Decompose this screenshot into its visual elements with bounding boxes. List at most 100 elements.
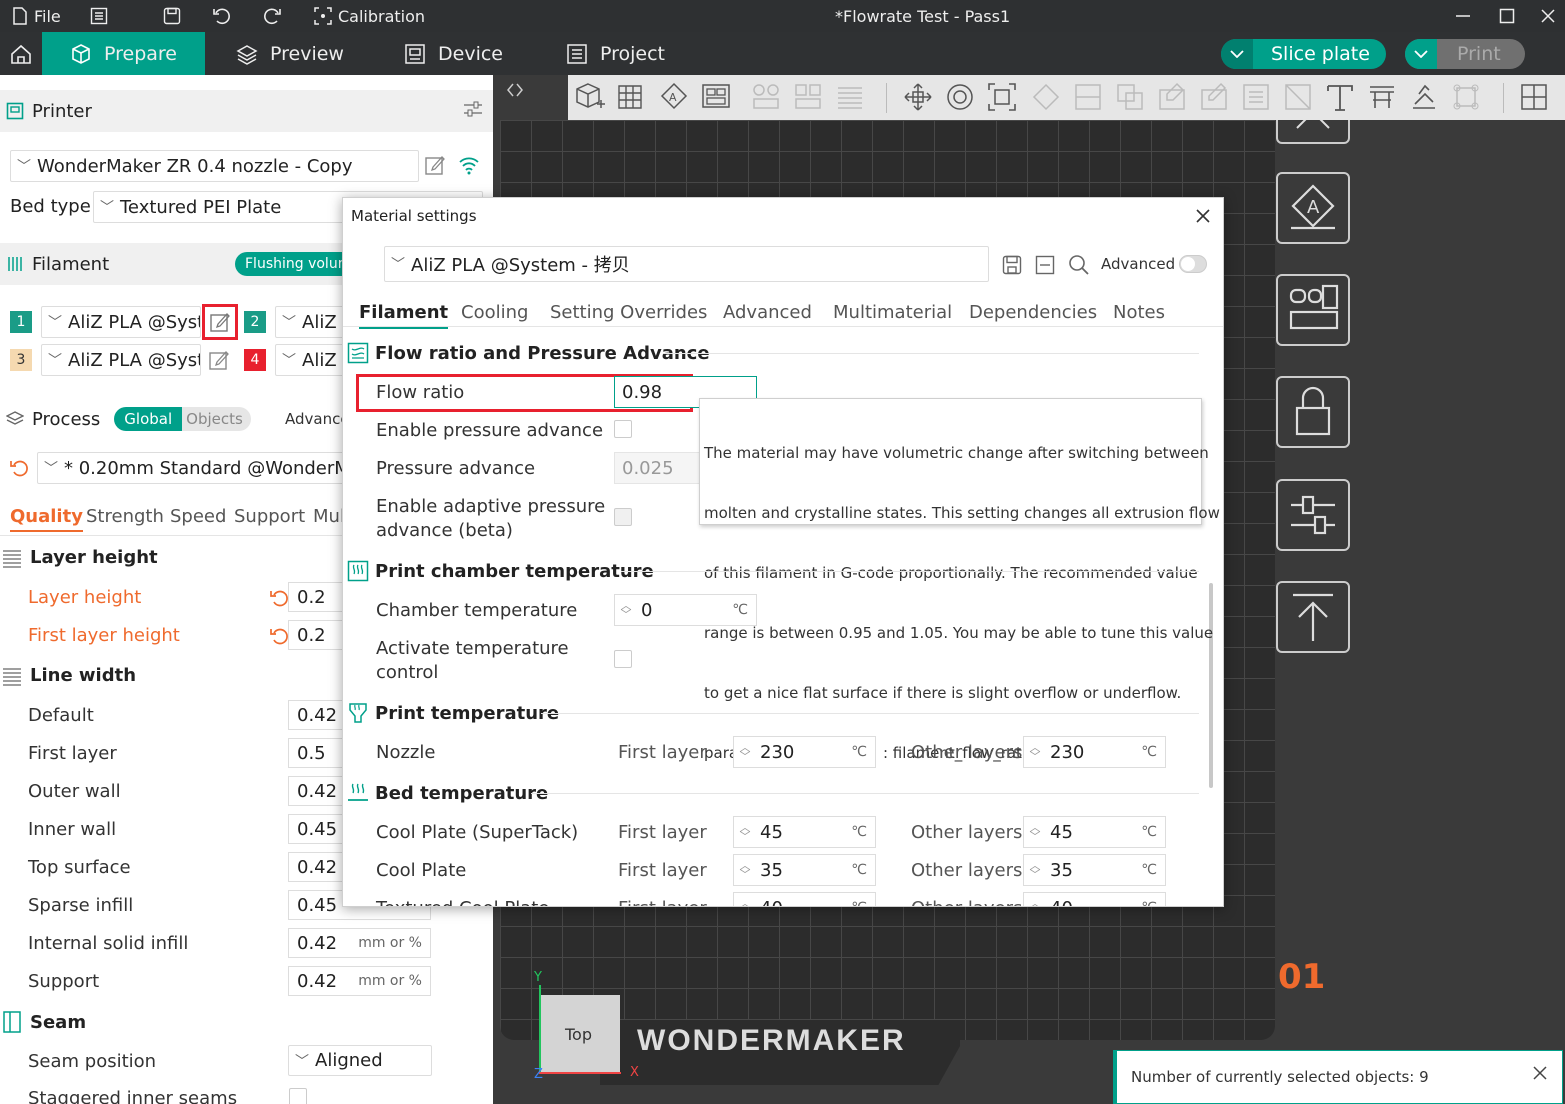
bed-first-layer-input[interactable]: ︿ ﹀ 35 ℃ [733, 854, 876, 886]
orient-icon[interactable] [700, 81, 732, 113]
close-window-icon[interactable] [1540, 0, 1556, 32]
slice-dropdown-chevron-icon[interactable] [1221, 39, 1253, 69]
brim-ears-icon[interactable] [1450, 81, 1482, 113]
split-parts-icon[interactable] [792, 81, 824, 113]
lock-tool-icon[interactable] [1276, 376, 1350, 448]
tab-dependencies[interactable]: Dependencies [969, 302, 1097, 323]
seam-position-dropdown[interactable]: ﹀ Aligned [288, 1045, 432, 1076]
tab-prepare[interactable]: Prepare [42, 32, 205, 75]
slice-plate-button[interactable]: Slice plate [1221, 39, 1386, 69]
wifi-icon[interactable] [458, 155, 480, 180]
process-objects-toggle[interactable]: Objects [182, 407, 251, 431]
home-icon[interactable] [0, 32, 42, 75]
tab-advanced[interactable]: Advanced [723, 302, 812, 323]
lay-on-face-icon[interactable] [1030, 81, 1062, 113]
stepper-arrows-icon[interactable]: ︿﹀ [615, 600, 637, 620]
print-button[interactable]: Print [1405, 39, 1525, 69]
text-tool-icon[interactable] [1324, 81, 1356, 113]
line-width-row-input[interactable]: 0.42 mm or % [288, 966, 431, 996]
tab-setting-overrides[interactable]: Setting Overrides [550, 302, 707, 323]
filament-slot-3-dropdown[interactable]: ﹀AliZ PLA @Syst... [41, 344, 201, 376]
layers-editing-icon[interactable] [834, 81, 866, 113]
print-dropdown-chevron-icon[interactable] [1405, 39, 1437, 69]
boolean-icon[interactable] [1114, 81, 1146, 113]
close-dialog-icon[interactable] [1195, 208, 1211, 229]
auto-arrange-tool-icon[interactable]: A [1276, 172, 1350, 244]
tab-strength[interactable]: Strength [86, 506, 164, 527]
stepper-arrows-icon[interactable]: ︿﹀ [734, 898, 756, 906]
enable-pressure-advance-checkbox[interactable] [614, 420, 632, 438]
file-menu[interactable]: File [12, 0, 61, 32]
stepper-arrows-icon[interactable]: ︿﹀ [1024, 822, 1046, 842]
stepper-arrows-icon[interactable]: ︿﹀ [734, 742, 756, 762]
bed-other-layer-input[interactable]: ︿﹀ 40 ℃ [1023, 892, 1166, 906]
svg-tool-icon[interactable] [1366, 81, 1398, 113]
filament-preset-dropdown[interactable]: ﹀ AliZ PLA @System - 拷贝 [384, 246, 989, 282]
assembly-icon[interactable] [1408, 81, 1440, 113]
bed-first-layer-input[interactable]: ︿﹀ 40 ℃ [733, 892, 876, 906]
scale-icon[interactable] [986, 81, 1018, 113]
tab-project[interactable]: Project [566, 32, 665, 75]
adaptive-pa-checkbox[interactable] [614, 508, 632, 526]
minimize-icon[interactable] [1455, 0, 1471, 32]
bed-other-layer-input[interactable]: ︿ ﹀ 35 ℃ [1023, 854, 1166, 886]
reset-preset-icon[interactable] [10, 459, 28, 482]
staggered-seams-checkbox[interactable] [289, 1088, 307, 1104]
redo-icon[interactable] [262, 0, 282, 32]
arrange-icon[interactable]: A [658, 81, 690, 113]
cut-icon[interactable] [1072, 81, 1104, 113]
tab-notes[interactable]: Notes [1113, 302, 1165, 323]
bed-other-layer-input[interactable]: ︿ ﹀ 45 ℃ [1023, 816, 1166, 848]
edit-filament-3-icon[interactable] [209, 350, 229, 375]
seam-paint-icon[interactable] [1198, 81, 1230, 113]
filament-slot-1-dropdown[interactable]: ﹀AliZ PLA @Syst... [41, 306, 201, 338]
tab-device[interactable]: Device [404, 32, 503, 75]
save-preset-icon[interactable] [1002, 255, 1022, 280]
collapse-sidebar-icon[interactable] [500, 75, 530, 105]
bed-first-layer-input[interactable]: ︿ ﹀ 45 ℃ [733, 816, 876, 848]
tab-multimaterial[interactable]: Multimaterial [833, 302, 952, 323]
tab-filament[interactable]: Filament [359, 302, 449, 329]
tab-cooling[interactable]: Cooling [461, 302, 528, 323]
chamber-temperature-input[interactable]: ︿ ﹀ 0 ℃ [614, 594, 757, 626]
stepper-arrows-icon[interactable]: ︿﹀ [734, 860, 756, 880]
calibration-menu[interactable]: Calibration [314, 0, 425, 32]
move-icon[interactable] [902, 81, 934, 113]
nozzle-other-layers-input[interactable]: ︿ ﹀ 230 ℃ [1023, 736, 1166, 768]
edit-printer-icon[interactable] [425, 155, 445, 180]
process-global-toggle[interactable]: Global [114, 407, 183, 431]
nozzle-first-layer-input[interactable]: ︿ ﹀ 230 ℃ [733, 736, 876, 768]
sliders-tool-icon[interactable] [1276, 479, 1350, 551]
add-plate-icon[interactable] [616, 81, 648, 113]
tab-preview[interactable]: Preview [236, 32, 344, 75]
maximize-icon[interactable] [1499, 0, 1515, 32]
stepper-arrows-icon[interactable]: ︿﹀ [1024, 742, 1046, 762]
stepper-arrows-icon[interactable]: ︿﹀ [1024, 860, 1046, 880]
process-preset-dropdown[interactable]: ﹀ * 0.20mm Standard @WonderMak [37, 452, 367, 484]
printer-preset-dropdown[interactable]: ﹀ WonderMaker ZR 0.4 nozzle - Copy [10, 150, 419, 182]
advanced-toggle[interactable] [1179, 255, 1207, 273]
rotate-icon[interactable] [944, 81, 976, 113]
menu-icon[interactable] [90, 0, 108, 32]
save-icon[interactable] [163, 0, 181, 32]
delete-preset-icon[interactable] [1035, 255, 1055, 280]
measure-icon[interactable] [1282, 81, 1314, 113]
stepper-arrows-icon[interactable]: ︿﹀ [734, 822, 756, 842]
reset-first-layer-height-icon[interactable] [270, 627, 288, 650]
add-object-icon[interactable] [574, 81, 606, 113]
line-width-row-input[interactable]: 0.42 mm or % [288, 928, 431, 958]
tab-quality[interactable]: Quality [10, 506, 83, 532]
undo-icon[interactable] [212, 0, 232, 32]
search-icon[interactable] [1068, 254, 1090, 281]
tab-support[interactable]: Support [234, 506, 305, 527]
puzzle-icon[interactable] [1518, 81, 1550, 113]
process-advanced-label[interactable]: Advance [285, 410, 350, 428]
close-notification-icon[interactable] [1532, 1065, 1548, 1085]
color-paint-icon[interactable] [1240, 81, 1272, 113]
tab-speed[interactable]: Speed [170, 506, 226, 527]
split-objects-icon[interactable] [750, 81, 782, 113]
tab-multimaterial[interactable]: Mul [313, 506, 345, 527]
upload-tool-icon[interactable] [1276, 581, 1350, 653]
edit-filament-1-icon[interactable] [202, 304, 238, 340]
layout-tool-icon[interactable] [1276, 274, 1350, 346]
